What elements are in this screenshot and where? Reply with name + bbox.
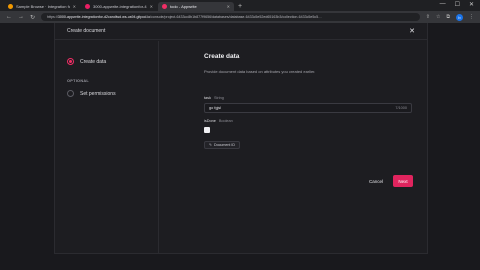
attribute-type: Boolean bbox=[218, 119, 233, 123]
favicon-icon bbox=[85, 4, 90, 9]
task-field-label: task String bbox=[204, 96, 414, 100]
back-icon[interactable]: ← bbox=[6, 14, 12, 20]
forward-icon[interactable]: → bbox=[18, 14, 24, 20]
isdone-checkbox[interactable] bbox=[204, 127, 210, 133]
tab-title: 3000-appwrite-integrationfor-4… bbox=[93, 4, 147, 9]
browser-tab[interactable]: Sample Browse · Integration fo ✕ bbox=[4, 2, 80, 11]
reload-icon[interactable]: ↻ bbox=[30, 14, 35, 21]
address-toolbar: ← → ↻ https:// 3000-appwrite-integration… bbox=[0, 11, 480, 23]
step-label: Set permissions bbox=[80, 90, 116, 97]
url-input[interactable]: https:// 3000-appwrite-integrationfor-d2… bbox=[41, 13, 420, 21]
char-counter: 7/1000 bbox=[395, 106, 407, 110]
url-path: /console/project-6433cc8b1b877f9656/data… bbox=[150, 15, 322, 19]
document-id-button[interactable]: ✎ Document ID bbox=[204, 141, 240, 149]
tab-title: todo - Appwrite bbox=[170, 4, 197, 9]
tab-close-icon[interactable]: ✕ bbox=[73, 4, 76, 9]
content-title: Create data bbox=[204, 53, 240, 60]
browser-tab-active[interactable]: todo - Appwrite ✕ bbox=[158, 2, 234, 11]
isdone-field-label: isDone Boolean bbox=[204, 119, 414, 123]
favicon-icon bbox=[162, 4, 167, 9]
url-prefix: https:// bbox=[47, 15, 58, 19]
close-icon[interactable]: ✕ bbox=[409, 27, 415, 35]
window-controls: — ☐ ✕ bbox=[440, 1, 474, 8]
modal-footer: Cancel Next bbox=[369, 175, 413, 187]
star-icon[interactable]: ☆ bbox=[436, 14, 440, 20]
url-host: 3000-appwrite-integrationfor-d2candlwd.w… bbox=[57, 15, 151, 19]
document-id-label: Document ID bbox=[214, 143, 235, 147]
optional-divider: OPTIONAL bbox=[67, 79, 90, 83]
profile-avatar[interactable]: b bbox=[456, 13, 463, 21]
browser-tab-bar: Sample Browse · Integration fo ✕ 3000-ap… bbox=[0, 0, 480, 11]
step-label: Create data bbox=[80, 58, 107, 65]
pencil-icon: ✎ bbox=[209, 143, 213, 147]
minimize-icon[interactable]: — bbox=[440, 1, 446, 8]
step-create-data[interactable]: Create data bbox=[67, 58, 158, 65]
maximize-icon[interactable]: ☐ bbox=[455, 1, 460, 8]
share-icon[interactable]: ⇪ bbox=[426, 14, 430, 20]
tab-close-icon[interactable]: ✕ bbox=[227, 4, 230, 9]
step-set-permissions[interactable]: Set permissions bbox=[67, 90, 158, 97]
window-close-icon[interactable]: ✕ bbox=[469, 1, 474, 8]
new-tab-button[interactable]: + bbox=[238, 2, 242, 11]
tab-title: Sample Browse · Integration fo bbox=[16, 4, 70, 9]
attribute-type: String bbox=[213, 96, 224, 100]
next-button[interactable]: Next bbox=[393, 175, 413, 187]
step-active-icon bbox=[67, 58, 74, 65]
tab-close-icon[interactable]: ✕ bbox=[150, 4, 153, 9]
modal-header: Create document ✕ bbox=[55, 23, 427, 40]
step-inactive-icon bbox=[67, 90, 74, 97]
extensions-icon[interactable]: ⧉ bbox=[446, 14, 450, 20]
attribute-name: isDone bbox=[204, 119, 216, 123]
menu-icon[interactable]: ⋮ bbox=[469, 14, 474, 20]
create-document-modal: Create document ✕ Create data OPTIONAL S… bbox=[54, 23, 428, 254]
cancel-button[interactable]: Cancel bbox=[369, 179, 383, 184]
content-subtitle: Provide document data based on attribute… bbox=[204, 69, 316, 74]
modal-title: Create document bbox=[67, 28, 106, 34]
task-input[interactable]: go fgjsl 7/1000 bbox=[204, 103, 412, 113]
task-input-value: go fgjsl bbox=[209, 106, 222, 110]
attribute-name: task bbox=[204, 96, 211, 100]
favicon-icon bbox=[8, 4, 13, 9]
wizard-stepper: Create data OPTIONAL Set permissions bbox=[55, 41, 159, 254]
step-content: Create data Provide document data based … bbox=[204, 53, 414, 151]
browser-tab[interactable]: 3000-appwrite-integrationfor-4… ✕ bbox=[81, 2, 157, 11]
